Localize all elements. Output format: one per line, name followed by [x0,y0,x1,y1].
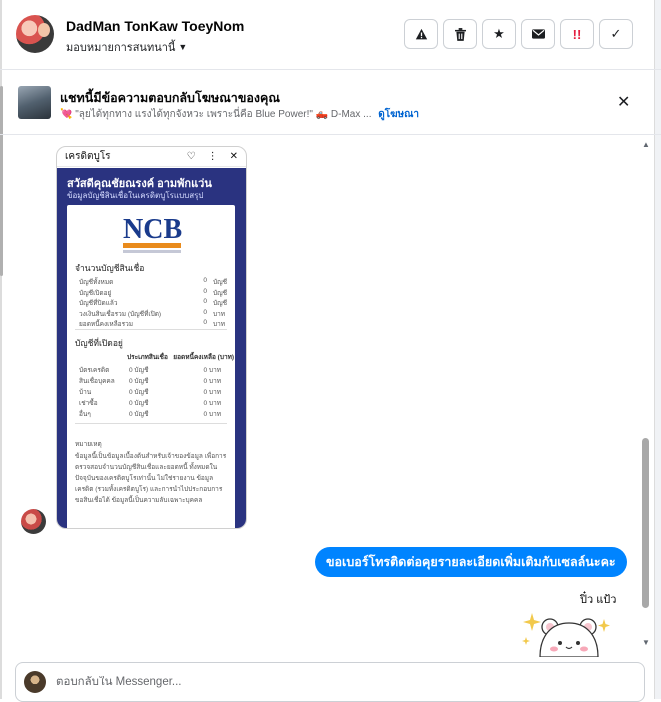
delete-button[interactable] [443,19,477,49]
summary-row-unit: บาท [213,310,226,318]
trash-icon [454,27,466,41]
ad-reply-banner: แชทนี้มีข้อความตอบกลับโฆษณาของคุณ 💘 "ลุย… [0,71,661,135]
summary-row-value: 0 [203,298,207,305]
note-title: หมายเหตุ [75,441,102,448]
summary-row: บัญชีทั้งหมด 0 บัญชี [79,277,229,287]
table-cell-count: 0 บัญชี [129,378,149,385]
warning-icon [415,28,427,39]
heart-icon: 💘 [60,109,73,120]
ad-snippet: "ลุยได้ทุกทาง แรงได้ทุกจังหวะ เพราะนี่คื… [75,109,372,120]
divider [75,329,227,330]
reply-composer [15,662,645,702]
phone-content: สวัสดีคุณชัยณรงค์ อามพักแว่น ข้อมูลบัญชี… [57,168,246,528]
conversation-header: DadMan TonKaw ToeyNom มอบหมายการสนทนานี้… [0,0,661,70]
summary-row-unit: บัญชี [213,300,228,307]
summary-row: ยอดหนี้คงเหลือรวม 0 บาท [79,319,229,329]
open-accounts-title: บัญชีที่เปิดอยู่ [75,338,123,348]
contact-avatar[interactable] [16,15,54,53]
summary-row: บัญชีเปิดอยู่ 0 บัญชี [79,288,229,298]
table-row: อื่นๆ 0 บัญชี 0 บาท [79,409,229,419]
phone-topbar: เครดิตบูโร ♡ ⋮ ✕ [57,147,246,167]
table-cell-type: บัตรเครดิต [79,367,110,374]
phone-topbar-title: เครดิตบูโร [65,151,111,162]
close-icon: ✕ [229,151,238,162]
summary-row-value: 0 [203,319,207,326]
table-header-amount: ยอดหนี้คงเหลือ (บาท) [173,354,235,361]
action-toolbar: ★ !! ✓ [404,19,633,49]
ncb-report-card: NCB จำนวนบัญชีสินเชื่อ บัญชีทั้งหมด 0 บัญช… [67,205,235,528]
contact-name[interactable]: DadMan TonKaw ToeyNom [66,18,244,34]
note-text: ข้อมูลนี้เป็นข้อมูลเบื้องต้นสำหรับเจ้าขอ… [75,453,227,504]
message-scrollbar[interactable]: ▲ ▼ [641,136,653,656]
sender-avatar[interactable] [21,509,46,534]
ncb-logo-subtitle [123,250,181,253]
table-cell-count: 0 บัญชี [129,411,149,418]
ncb-logo: NCB [123,214,183,245]
summary-row-label: ยอดหนี้คงเหลือรวม [79,321,134,328]
caret-down-icon: ▼ [178,42,188,52]
bear-sticker[interactable] [518,605,614,657]
ad-thumbnail[interactable] [18,86,51,119]
table-cell-type: บ้าน [79,389,92,396]
divider [75,423,227,424]
close-icon[interactable]: ✕ [617,92,630,112]
table-cell-count: 0 บัญชี [129,400,149,407]
summary-title: จำนวนบัญชีสินเชื่อ [75,263,145,273]
summary-row-unit: บัญชี [213,289,228,297]
assign-label: มอบหมายการสนทนานี้ [66,42,176,54]
summary-row: บัญชีที่ปิดแล้ว 0 บัญชี [79,298,229,308]
table-header-type: ประเภทสินเชื่อ [127,354,168,361]
table-cell-type: เช่าซื้อ [79,400,98,407]
summary-row-label: บัญชีทั้งหมด [79,279,114,286]
ncb-logo-bar [123,243,181,248]
table-row: เช่าซื้อ 0 บัญชี 0 บาท [79,398,229,408]
image-attachment[interactable]: เครดิตบูโร ♡ ⋮ ✕ สวัสดีคุณชัยณรงค์ อามพั… [56,146,247,529]
table-cell-amount: 0 บาท [203,389,221,396]
mark-done-button[interactable]: ✓ [599,19,633,49]
star-icon: ★ [493,26,505,41]
table-cell-amount: 0 บาท [203,400,221,407]
table-cell-amount: 0 บาท [203,378,221,385]
scroll-thumb[interactable] [642,438,649,608]
summary-row-label: บัญชีเปิดอยู่ [79,289,112,297]
ad-snippet-row: 💘 "ลุยได้ทุกทาง แรงได้ทุกจังหวะ เพราะนี่… [60,107,419,122]
report-spam-button[interactable] [404,19,438,49]
exclamation-icon: !! [572,26,582,42]
summary-row-unit: บัญชี [213,279,228,286]
table-header: ประเภทสินเชื่อ ยอดหนี้คงเหลือ (บาท) [127,352,234,362]
table-row: บัตรเครดิต 0 บัญชี 0 บาท [79,365,229,375]
check-icon: ✓ [610,26,622,41]
table-cell-count: 0 บัญชี [129,367,149,374]
summary-row-label: บัญชีที่ปิดแล้ว [79,300,118,307]
table-cell-amount: 0 บาท [203,411,221,418]
summary-row-label: วงเงินสินเชื่อรวม (บัญชีที่เปิด) [79,310,162,318]
greeting-subtitle: ข้อมูลบัญชีสินเชื่อในเครดิตบูโรแบบสรุป [67,191,204,200]
table-cell-count: 0 บัญชี [129,389,149,396]
summary-row-value: 0 [203,277,207,284]
follow-up-button[interactable]: !! [560,19,594,49]
table-row: บ้าน 0 บัญชี 0 บาท [79,387,229,397]
scroll-down-arrow-icon[interactable]: ▼ [642,638,650,647]
page-avatar [24,671,46,693]
summary-row-value: 0 [203,287,207,295]
table-cell-type: สินเชื่อบุคคล [79,378,115,385]
summary-row: วงเงินสินเชื่อรวม (บัญชีที่เปิด) 0 บาท [79,309,229,319]
assign-conversation-dropdown[interactable]: มอบหมายการสนทนานี้ ▼ [66,38,187,56]
ad-banner-title: แชทนี้มีข้อความตอบกลับโฆษณาของคุณ [60,91,280,105]
star-button[interactable]: ★ [482,19,516,49]
table-cell-amount: 0 บาท [203,367,221,374]
table-row: สินเชื่อบุคคล 0 บัญชี 0 บาท [79,376,229,386]
outgoing-message-bubble[interactable]: ขอเบอร์โทรติดต่อคุยรายละเอียดเพิ่มเติมกั… [315,547,627,577]
table-cell-type: อื่นๆ [79,411,91,418]
summary-row-unit: บาท [213,321,226,328]
mark-unread-button[interactable] [521,19,555,49]
heart-outline-icon: ♡ [186,151,196,162]
view-ad-link[interactable]: ดูโฆษณา [378,109,419,120]
more-icon: ⋮ [207,151,218,162]
scroll-up-arrow-icon[interactable]: ▲ [642,140,650,149]
summary-row-value: 0 [203,308,207,316]
envelope-icon [531,29,545,39]
reply-input[interactable] [56,676,616,688]
